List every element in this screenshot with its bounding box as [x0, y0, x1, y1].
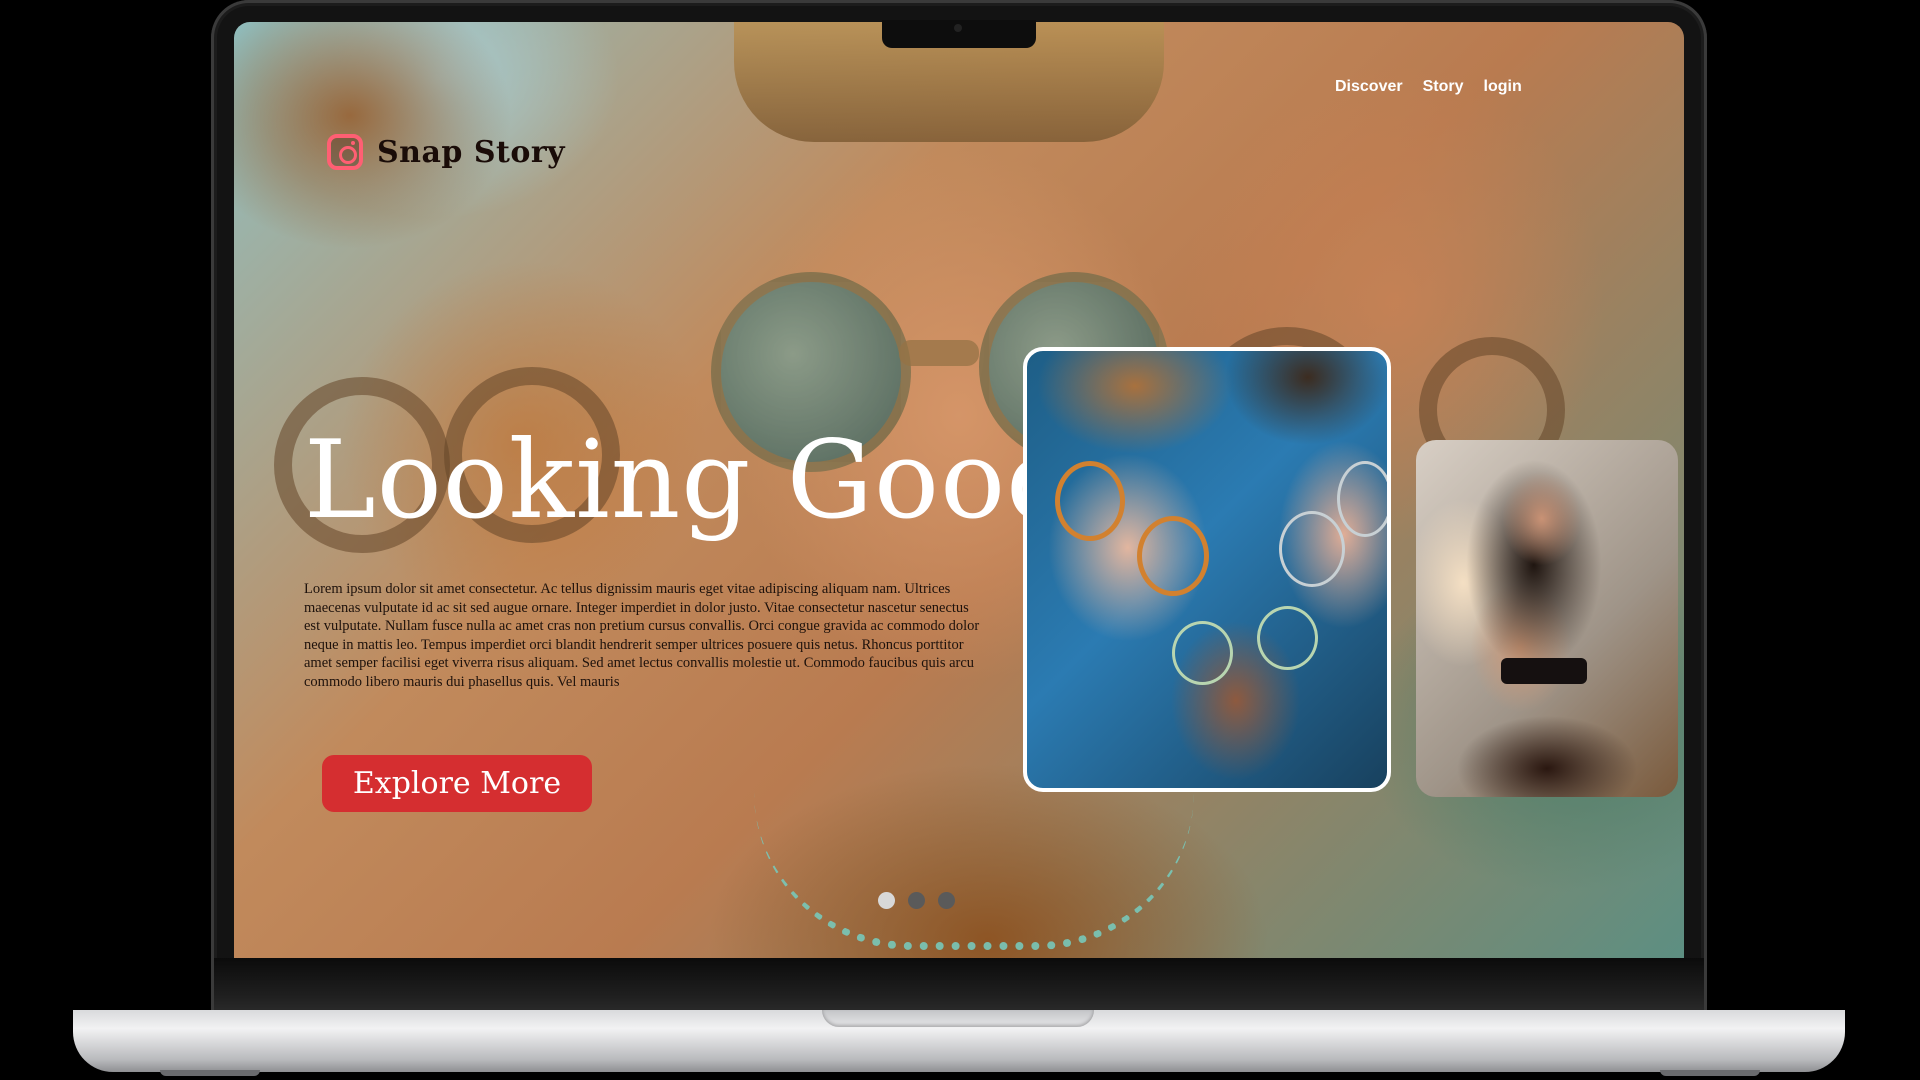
photo-card-friends[interactable]: [1023, 347, 1391, 792]
nav-login[interactable]: login: [1484, 78, 1522, 96]
carousel-dot-3[interactable]: [938, 892, 955, 909]
carousel-dot-2[interactable]: [908, 892, 925, 909]
hero-image-necklace: [754, 792, 1194, 950]
photo-glasses-green-right: [1257, 606, 1318, 670]
instagram-camera-icon: [327, 134, 363, 170]
laptop-thumb-notch: [822, 1010, 1094, 1027]
photo-glasses-green-left: [1172, 621, 1233, 685]
nav-discover[interactable]: Discover: [1335, 78, 1403, 96]
webcam-icon: [954, 24, 962, 32]
website-screen: Snap Story Discover Story login Looking …: [234, 22, 1684, 958]
laptop-foot-left: [160, 1070, 260, 1076]
top-nav: Discover Story login: [1335, 78, 1522, 96]
nav-story[interactable]: Story: [1423, 78, 1464, 96]
photo-glasses-clear-right: [1337, 461, 1387, 537]
photo-glasses-clear-left: [1279, 511, 1345, 587]
brand-logo[interactable]: Snap Story: [327, 134, 565, 170]
photo-portrait-outfit: [1501, 658, 1587, 684]
carousel-dot-1-active[interactable]: [878, 892, 895, 909]
photo-card-portrait[interactable]: [1416, 440, 1678, 797]
hero-image-bridge: [899, 340, 979, 366]
laptop-bottom-bezel: [214, 958, 1704, 1012]
explore-more-button[interactable]: Explore More: [322, 755, 592, 812]
photo-glasses-orange-left: [1055, 461, 1125, 541]
hero-title: Looking Good: [304, 418, 1077, 543]
photo-glasses-orange-right: [1137, 516, 1209, 596]
hero-description: Lorem ipsum dolor sit amet consectetur. …: [304, 581, 980, 690]
laptop-foot-right: [1660, 1070, 1760, 1076]
brand-name: Snap Story: [377, 134, 566, 170]
